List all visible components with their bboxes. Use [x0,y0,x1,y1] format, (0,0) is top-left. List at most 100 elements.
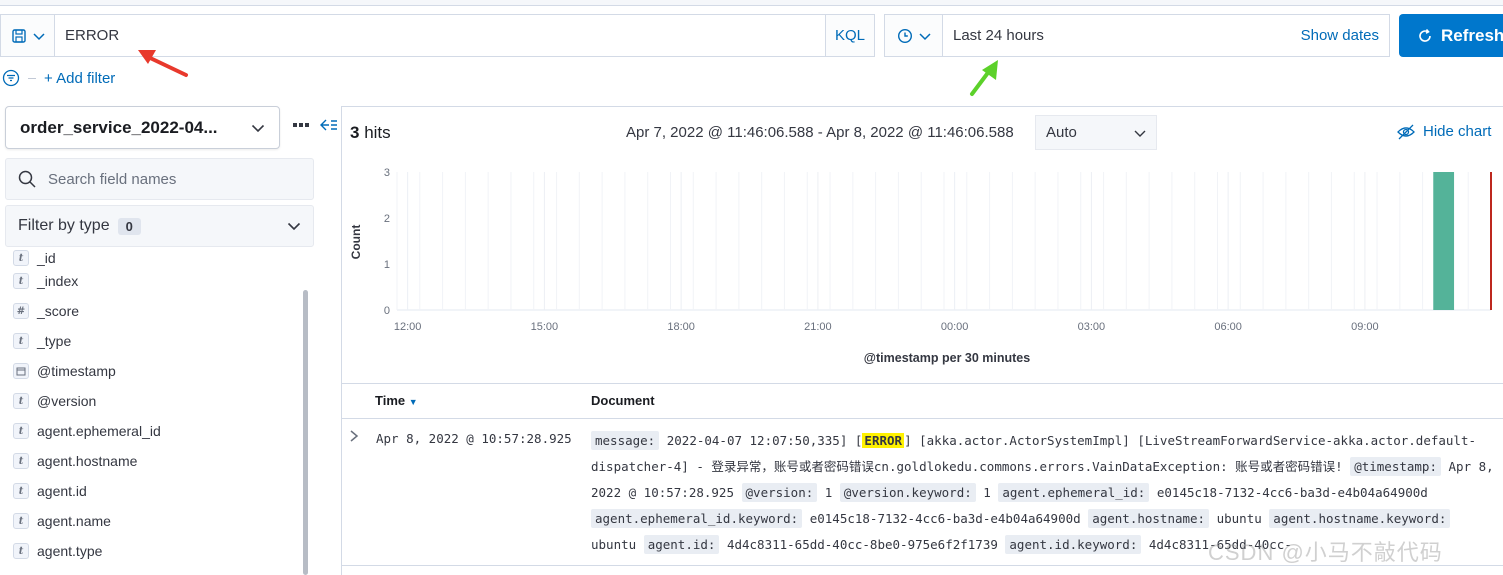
hits-label: hits [364,123,391,142]
search-highlight: ERROR [862,433,905,448]
interval-select[interactable]: Auto [1035,115,1157,150]
histogram-chart: 0 1 2 3 12:00 15:00 18:00 21:00 00:00 03:00 06:00 0… [349,167,1492,365]
field-item[interactable]: t _index [0,266,300,296]
number-type-icon: # [13,303,29,319]
string-type-icon: t [13,393,29,409]
field-item[interactable]: t agent.id [0,476,300,506]
doc-value: ubuntu [1209,511,1270,526]
quick-menu-button[interactable] [885,15,943,56]
search-icon [18,170,36,188]
doc-value: e0145c18-7132-4cc6-ba3d-e4b04a64900d [802,511,1089,526]
x-tick-label: 18:00 [667,321,695,333]
date-range-text[interactable]: Last 24 hours [943,15,1291,56]
y-tick-label: 1 [384,259,390,271]
field-name: agent.name [37,513,111,529]
column-header-time[interactable]: Time ▼ [375,393,418,408]
doc-key: agent.id.keyword: [1005,535,1142,554]
more-options-icon[interactable] [292,118,310,132]
y-tick-label: 3 [384,167,390,179]
filter-count-badge: 0 [117,217,141,235]
histogram-bar[interactable] [1433,172,1455,310]
show-dates-link[interactable]: Show dates [1290,15,1389,56]
field-name: @version [37,393,97,409]
doc-table-header [341,383,1503,419]
filter-icon[interactable] [2,69,20,87]
x-tick-label: 09:00 [1351,321,1379,333]
string-type-icon: t [13,423,29,439]
search-field-names[interactable]: Search field names [5,158,314,200]
filter-by-type-label: Filter by type [18,217,110,234]
add-filter-button[interactable]: + Add filter [44,70,115,87]
sort-down-icon[interactable]: ▼ [409,397,418,407]
hits-count: 3 hits [350,123,391,143]
filter-separator [28,77,36,79]
field-item[interactable]: t agent.type [0,536,300,566]
refresh-icon [1419,28,1431,42]
clock-icon [897,28,912,43]
save-icon [11,28,26,43]
field-item[interactable]: t agent.ephemeral_id [0,416,300,446]
field-item[interactable]: t @version [0,386,300,416]
x-tick-label: 15:00 [531,321,559,333]
refresh-label: Refresh [1441,25,1503,45]
time-range-text: Apr 7, 2022 @ 11:46:06.588 - Apr 8, 2022… [626,124,1014,141]
x-tick-label: 03:00 [1078,321,1106,333]
field-name: @timestamp [37,363,116,379]
doc-key: agent.ephemeral_id: [998,483,1150,502]
refresh-button[interactable]: Refresh [1399,14,1503,57]
row-timestamp: Apr 8, 2022 @ 10:57:28.925 [376,431,572,446]
collapse-sidebar-icon[interactable] [320,118,338,132]
search-placeholder: Search field names [48,170,177,188]
interval-value: Auto [1046,124,1077,141]
field-item[interactable]: # _score [0,296,300,326]
field-list: t _id t _index # _score t _type @timestamp t… [0,250,300,575]
hits-number: 3 [350,123,360,142]
green-arrow-annotation [970,60,998,96]
calendar-icon [13,363,29,379]
chevron-down-icon [918,32,931,40]
saved-query-button[interactable] [1,15,55,56]
chevron-down-icon [287,222,301,231]
field-name: _score [37,303,80,319]
x-tick-label: 21:00 [804,321,832,333]
x-tick-label: 12:00 [394,321,422,333]
field-name: agent.hostname [37,453,138,469]
doc-key: agent.id: [643,535,720,554]
field-item[interactable]: t _id [0,250,300,266]
field-name: _type [37,333,72,349]
doc-key: @timestamp: [1350,457,1441,476]
watermark: CSDN @小马不敲代码 [1208,540,1443,565]
string-type-icon: t [13,543,29,559]
field-item[interactable]: t agent.hostname [0,446,300,476]
filter-row: + Add filter [0,66,115,90]
hide-chart-button[interactable]: Hide chart [1397,123,1491,140]
doc-key: message: [591,431,660,450]
string-type-icon: t [13,250,29,266]
eye-closed-icon [1397,124,1415,139]
filter-by-type[interactable]: Filter by type 0 [5,205,314,247]
expand-row-icon[interactable] [349,430,359,445]
string-type-icon: t [13,273,29,289]
x-tick-label: 06:00 [1214,321,1242,333]
string-type-icon: t [13,513,29,529]
string-type-icon: t [13,333,29,349]
index-pattern-label: order_service_2022-04... [20,117,218,137]
kql-button[interactable]: KQL [825,15,874,56]
chevron-down-icon [32,32,45,40]
index-pattern-select[interactable]: order_service_2022-04... [5,106,280,149]
doc-value: ubuntu [591,537,644,552]
doc-value: e0145c18-7132-4cc6-ba3d-e4b04a64900d [1149,485,1428,500]
y-tick-label: 0 [384,305,390,317]
y-axis-label: Count [349,225,363,260]
doc-key: agent.ephemeral_id.keyword: [591,509,803,528]
doc-value: 4d4c8311-65dd-40cc-8be0-975e6f2f1739 [719,537,1006,552]
sidebar-scrollbar[interactable] [303,290,308,575]
field-name: agent.type [37,543,103,559]
doc-value: 1 [817,485,840,500]
chevron-down-icon [251,124,265,132]
y-tick-label: 2 [384,213,390,225]
time-header-label: Time [375,393,406,408]
field-item[interactable]: @timestamp [0,356,300,386]
field-item[interactable]: t _type [0,326,300,356]
field-item[interactable]: t agent.name [0,506,300,536]
